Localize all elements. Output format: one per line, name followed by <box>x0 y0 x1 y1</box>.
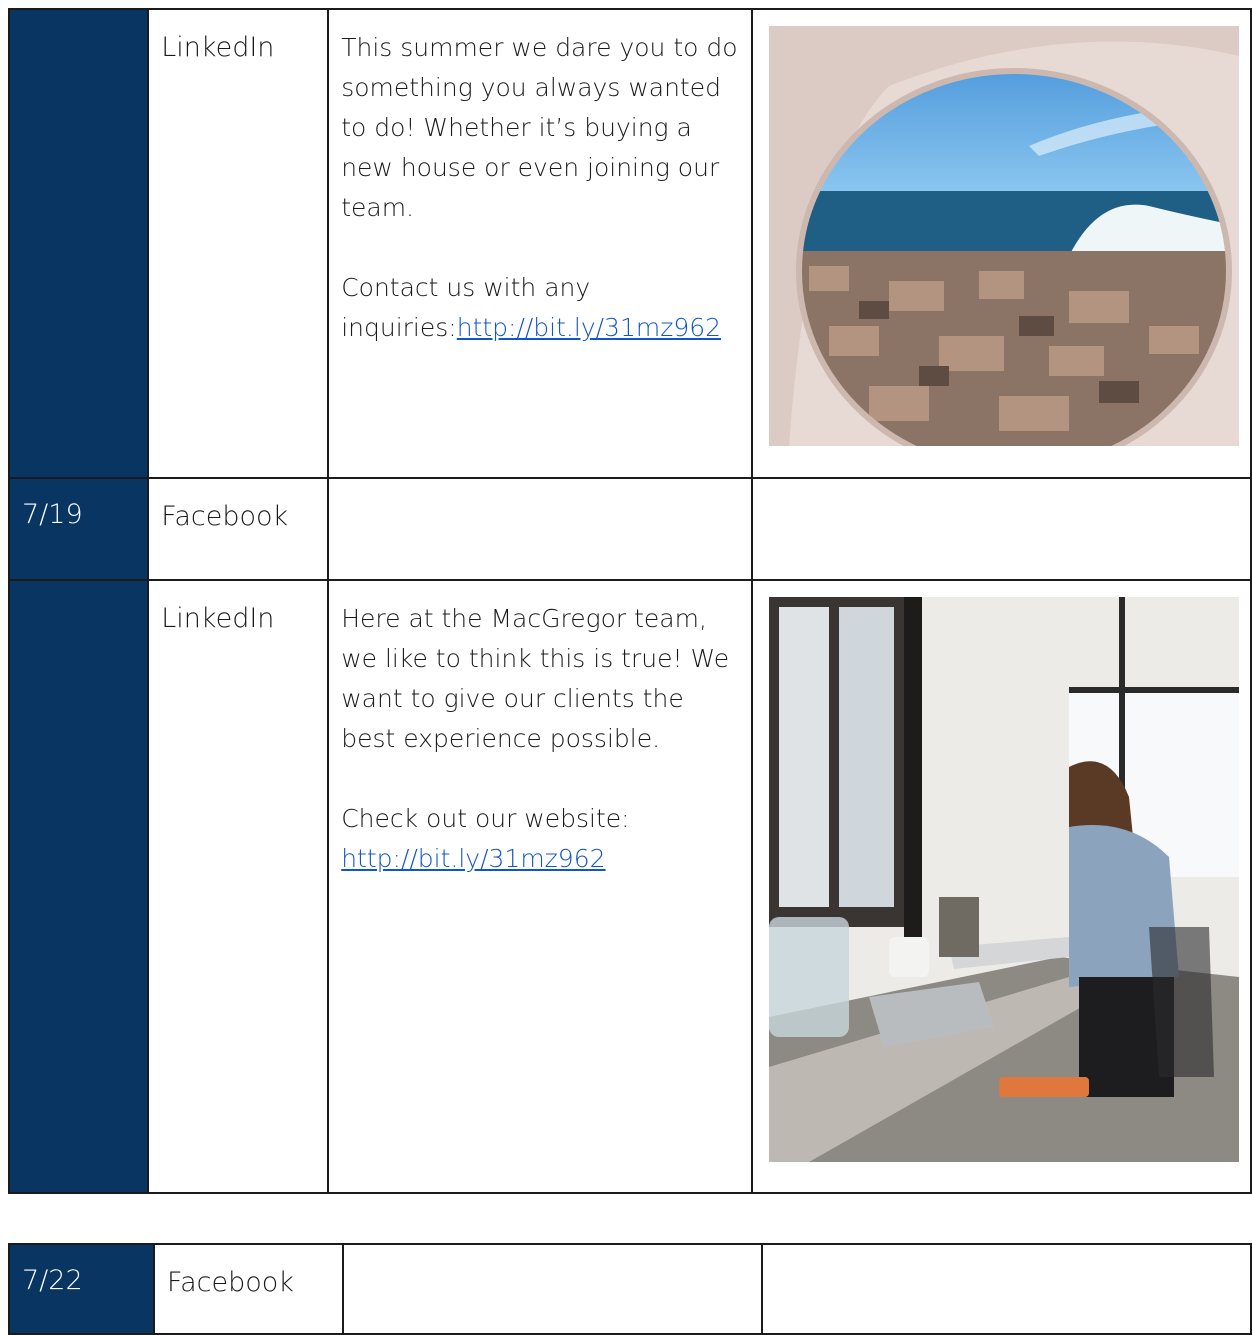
post-copy-text: Here at the MacGregor team, we like to t… <box>341 604 730 753</box>
content-calendar-table-continued: 7/22 Facebook <box>7 1243 1252 1335</box>
platform-cell: LinkedIn <box>147 579 330 1194</box>
platform-cell: Facebook <box>147 477 330 581</box>
post-cta: Check out our website: http://bit.ly/31mz… <box>341 799 741 879</box>
platform-label: LinkedIn <box>161 32 275 63</box>
date-label <box>10 581 147 601</box>
image-cell <box>751 579 1252 1194</box>
date-label: 7/22 <box>22 1265 83 1296</box>
platform-label: Facebook <box>167 1267 294 1298</box>
table-row: 7/22 Facebook <box>7 1243 1252 1335</box>
table-row: 7/19 Facebook <box>7 477 1252 581</box>
copy-cell[interactable] <box>342 1243 763 1335</box>
post-link[interactable]: http://bit.ly/31mz962 <box>341 844 605 873</box>
copy-cell[interactable] <box>327 477 754 581</box>
platform-cell: LinkedIn <box>147 8 330 479</box>
cta-prefix: Check out our website: <box>341 804 630 833</box>
platform-label: Facebook <box>161 501 289 532</box>
date-cell <box>7 8 150 479</box>
beach-rocks-photo <box>769 26 1240 446</box>
post-cta: Contact us with any inquiries:http://bit… <box>341 268 741 348</box>
copy-cell[interactable]: Here at the MacGregor team, we like to t… <box>327 579 754 1194</box>
platform-label: LinkedIn <box>161 603 275 634</box>
table-row: LinkedIn Here at the MacGregor team, we … <box>7 579 1252 1194</box>
date-cell <box>7 579 150 1194</box>
post-copy-text: This summer we dare you to do something … <box>341 33 738 222</box>
date-label: 7/19 <box>22 499 83 530</box>
image-cell <box>751 477 1252 581</box>
content-calendar-table: LinkedIn This summer we dare you to do s… <box>7 8 1252 1194</box>
date-cell: 7/19 <box>7 477 150 581</box>
date-cell: 7/22 <box>7 1243 156 1335</box>
date-label <box>10 10 147 30</box>
image-cell <box>751 8 1252 479</box>
post-link[interactable]: http://bit.ly/31mz962 <box>457 313 721 342</box>
table-row: LinkedIn This summer we dare you to do s… <box>7 8 1252 479</box>
copy-cell[interactable]: This summer we dare you to do something … <box>327 8 754 479</box>
platform-cell: Facebook <box>153 1243 345 1335</box>
image-cell <box>760 1243 1252 1335</box>
woman-laptop-cafe-photo <box>769 597 1240 1162</box>
